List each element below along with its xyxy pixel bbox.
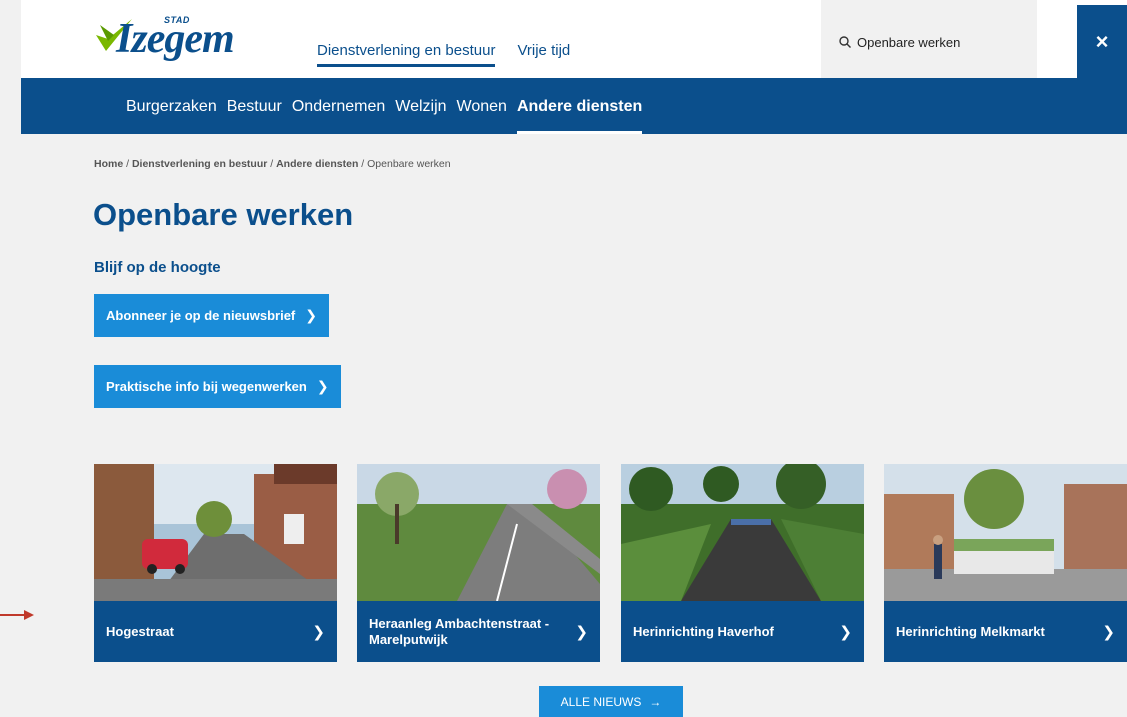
chevron-right-icon: ❯ <box>839 623 852 641</box>
main-nav-ondernemen[interactable]: Ondernemen <box>287 78 390 134</box>
breadcrumb-andere-diensten[interactable]: Andere diensten <box>276 158 358 170</box>
top-nav-dienstverlening[interactable]: Dienstverlening en bestuur <box>317 42 496 67</box>
card-title: Herinrichting Melkmarkt <box>896 623 1045 639</box>
chevron-right-icon: ❯ <box>312 623 325 641</box>
card-title: Herinrichting Haverhof <box>633 623 774 639</box>
newsletter-button[interactable]: Abonneer je op de nieuwsbrief ❯ <box>94 294 329 337</box>
news-card-hogestraat[interactable]: Hogestraat ❯ <box>94 464 337 662</box>
news-card-ambachtenstraat[interactable]: Heraanleg Ambachtenstraat - Marelputwijk… <box>357 464 600 662</box>
close-icon: × <box>1095 28 1109 54</box>
izegem-logo[interactable]: STAD Izegem <box>94 15 264 67</box>
page-title: Openbare werken <box>93 197 354 232</box>
main-nav-andere-diensten[interactable]: Andere diensten <box>512 78 647 134</box>
close-search-button[interactable]: × <box>1077 5 1127 78</box>
top-nav-vrije-tijd[interactable]: Vrije tijd <box>517 42 570 67</box>
breadcrumb-dienstverlening[interactable]: Dienstverlening en bestuur <box>132 158 267 170</box>
card-image <box>94 464 337 601</box>
page-subtitle: Blijf op de hoogte <box>94 259 221 276</box>
roadworks-info-button[interactable]: Praktische info bij wegenwerken ❯ <box>94 365 341 408</box>
search-icon <box>839 36 851 48</box>
main-nav-welzijn[interactable]: Welzijn <box>390 78 451 134</box>
chevron-right-icon: ❯ <box>1102 623 1115 641</box>
top-nav: Dienstverlening en bestuur Vrije tijd <box>317 42 570 67</box>
news-card-haverhof[interactable]: Herinrichting Haverhof ❯ <box>621 464 864 662</box>
news-card-melkmarkt[interactable]: Herinrichting Melkmarkt ❯ <box>884 464 1127 662</box>
card-image <box>884 464 1127 601</box>
main-nav-wonen[interactable]: Wonen <box>452 78 512 134</box>
card-title: Heraanleg Ambachtenstraat - Marelputwijk <box>369 615 550 647</box>
arrow-right-icon: → <box>649 694 662 709</box>
arrow-right-icon <box>0 610 34 620</box>
top-header: STAD Izegem Dienstverlening en bestuur V… <box>21 0 1127 78</box>
card-title: Hogestraat <box>106 623 174 639</box>
main-nav-bestuur[interactable]: Bestuur <box>222 78 287 134</box>
chevron-right-icon: ❯ <box>316 378 329 394</box>
breadcrumb-home[interactable]: Home <box>94 158 123 170</box>
chevron-right-icon: ❯ <box>575 623 588 641</box>
breadcrumb-current: Openbare werken <box>367 158 451 170</box>
logo-name: Izegem <box>116 16 235 62</box>
search-box[interactable]: Openbare werken <box>821 0 1037 78</box>
main-nav-burgerzaken[interactable]: Burgerzaken <box>121 78 222 134</box>
all-news-button[interactable]: ALLE NIEUWS → <box>539 686 683 717</box>
card-image <box>621 464 864 601</box>
search-input[interactable]: Openbare werken <box>857 35 960 50</box>
card-image <box>357 464 600 601</box>
chevron-right-icon: ❯ <box>305 307 317 323</box>
breadcrumb: Home / Dienstverlening en bestuur / Ande… <box>94 158 451 170</box>
main-nav: Burgerzaken Bestuur Ondernemen Welzijn W… <box>21 78 1127 134</box>
